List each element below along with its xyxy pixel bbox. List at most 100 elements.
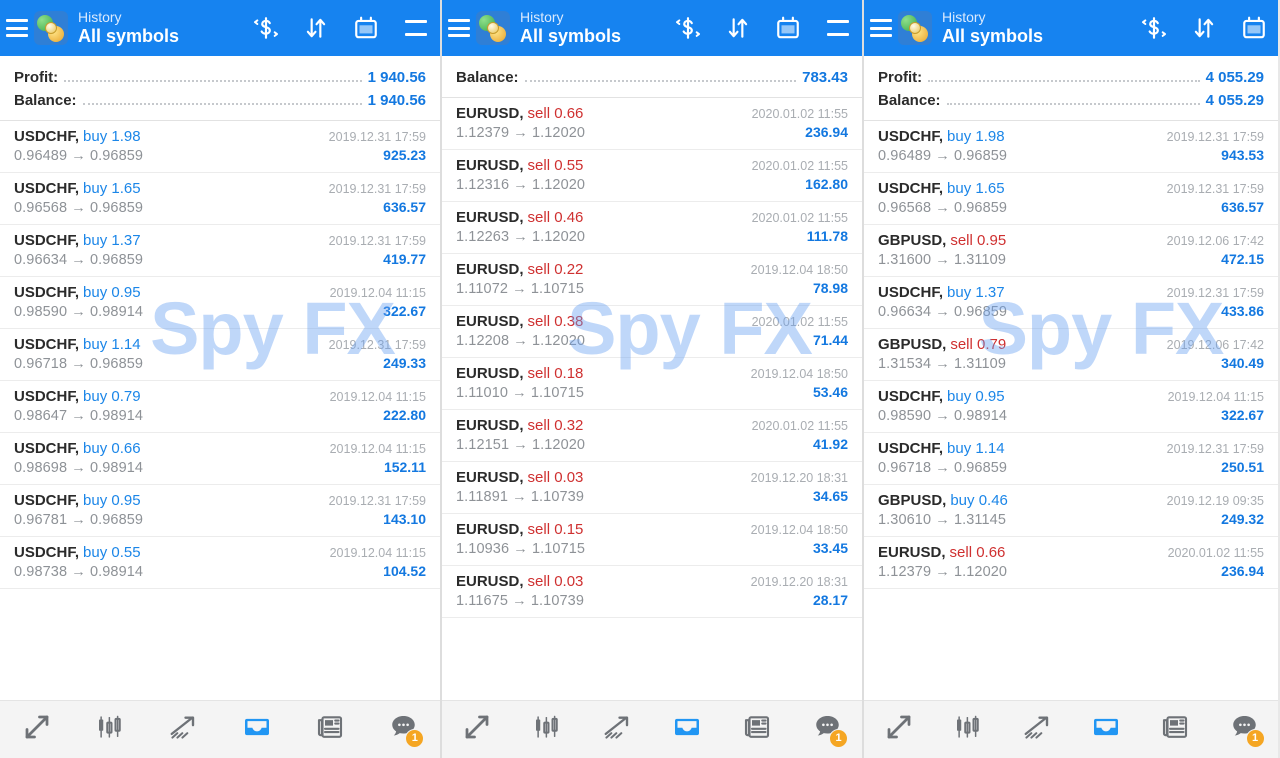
nav-item-trade[interactable] xyxy=(1015,709,1059,751)
side-volume-label: sell 0.46 xyxy=(527,209,584,226)
price-range-label: 1.11072 → 1.10715 xyxy=(456,281,585,297)
sort-arrows-icon[interactable] xyxy=(724,14,752,42)
table-row[interactable]: EURUSD, sell 0.22 2019.12.04 18:50 1.110… xyxy=(442,254,862,306)
table-row[interactable]: USDCHF, buy 1.14 2019.12.31 17:59 0.9671… xyxy=(0,329,440,381)
table-row[interactable]: USDCHF, buy 0.95 2019.12.04 11:15 0.9859… xyxy=(864,381,1278,433)
table-row[interactable]: EURUSD, sell 0.18 2019.12.04 18:50 1.110… xyxy=(442,358,862,410)
timestamp-label: 2019.12.31 17:59 xyxy=(328,494,426,508)
symbol-label: GBPUSD, xyxy=(878,336,947,353)
table-row[interactable]: USDCHF, buy 0.95 2019.12.31 17:59 0.9678… xyxy=(0,485,440,537)
currency-exchange-icon[interactable] xyxy=(674,14,702,42)
summary-label: Balance: xyxy=(456,69,519,86)
timestamp-label: 2020.01.02 11:55 xyxy=(751,159,848,173)
nav-item-history[interactable] xyxy=(665,709,709,751)
table-row[interactable]: EURUSD, sell 0.15 2019.12.04 18:50 1.109… xyxy=(442,514,862,566)
symbol-label: USDCHF, xyxy=(14,128,80,145)
trade-history-list[interactable]: USDCHF, buy 1.98 2019.12.31 17:59 0.9648… xyxy=(0,121,440,700)
trend-arrow-icon xyxy=(168,712,198,747)
profit-value: 143.10 xyxy=(383,511,426,527)
profit-value: 222.80 xyxy=(383,407,426,423)
calendar-icon[interactable] xyxy=(774,14,802,42)
table-row[interactable]: USDCHF, buy 1.37 2019.12.31 17:59 0.9663… xyxy=(0,225,440,277)
table-row[interactable]: USDCHF, buy 0.79 2019.12.04 11:15 0.9864… xyxy=(0,381,440,433)
profit-value: 636.57 xyxy=(1221,199,1264,215)
row-bottom: 1.31534 → 1.31109 340.49 xyxy=(878,355,1264,372)
hamburger-icon[interactable] xyxy=(870,19,892,37)
symbol-label: USDCHF, xyxy=(14,284,80,301)
table-row[interactable]: EURUSD, sell 0.66 2020.01.02 11:55 1.123… xyxy=(442,98,862,150)
nav-item-messages[interactable]: 1 xyxy=(1222,709,1266,751)
nav-item-news[interactable] xyxy=(1153,709,1197,751)
table-row[interactable]: EURUSD, sell 0.03 2019.12.20 18:31 1.116… xyxy=(442,566,862,618)
row-top: EURUSD, sell 0.18 2019.12.04 18:50 xyxy=(456,365,848,382)
table-row[interactable]: USDCHF, buy 1.65 2019.12.31 17:59 0.9656… xyxy=(864,173,1278,225)
table-row[interactable]: GBPUSD, sell 0.79 2019.12.06 17:42 1.315… xyxy=(864,329,1278,381)
symbol-label: EURUSD, xyxy=(456,209,524,226)
nav-item-messages[interactable]: 1 xyxy=(381,709,425,751)
table-row[interactable]: USDCHF, buy 1.98 2019.12.31 17:59 0.9648… xyxy=(864,121,1278,173)
calendar-icon[interactable] xyxy=(352,14,380,42)
table-row[interactable]: USDCHF, buy 1.14 2019.12.31 17:59 0.9671… xyxy=(864,433,1278,485)
nav-item-charts[interactable] xyxy=(88,709,132,751)
nav-item-history[interactable] xyxy=(1084,709,1128,751)
nav-item-news[interactable] xyxy=(735,709,779,751)
side-volume-label: buy 1.65 xyxy=(83,180,141,197)
table-row[interactable]: USDCHF, buy 0.95 2019.12.04 11:15 0.9859… xyxy=(0,277,440,329)
table-row[interactable]: USDCHF, buy 1.65 2019.12.31 17:59 0.9656… xyxy=(0,173,440,225)
table-row[interactable]: EURUSD, sell 0.55 2020.01.02 11:55 1.123… xyxy=(442,150,862,202)
row-bottom: 0.98647 → 0.98914 222.80 xyxy=(14,407,426,424)
row-bottom: 1.12379 → 1.12020 236.94 xyxy=(456,124,848,141)
table-row[interactable]: EURUSD, sell 0.46 2020.01.02 11:55 1.122… xyxy=(442,202,862,254)
header-actions xyxy=(674,14,856,42)
table-row[interactable]: GBPUSD, sell 0.95 2019.12.06 17:42 1.316… xyxy=(864,225,1278,277)
table-row[interactable]: EURUSD, sell 0.38 2020.01.02 11:55 1.122… xyxy=(442,306,862,358)
bottom-navigation: 1 xyxy=(0,700,440,758)
trade-history-list[interactable]: EURUSD, sell 0.66 2020.01.02 11:55 1.123… xyxy=(442,98,862,700)
hamburger-icon[interactable] xyxy=(448,19,470,37)
candlestick-icon xyxy=(532,712,562,747)
table-row[interactable]: USDCHF, buy 1.37 2019.12.31 17:59 0.9663… xyxy=(864,277,1278,329)
trade-history-list[interactable]: USDCHF, buy 1.98 2019.12.31 17:59 0.9648… xyxy=(864,121,1278,700)
summary-row: Balance: 4 055.29 xyxy=(878,89,1264,112)
summary-value: 1 940.56 xyxy=(367,92,426,109)
nav-item-trade[interactable] xyxy=(161,709,205,751)
nav-item-news[interactable] xyxy=(308,709,352,751)
table-row[interactable]: EURUSD, sell 0.66 2020.01.02 11:55 1.123… xyxy=(864,537,1278,589)
nav-item-charts[interactable] xyxy=(946,709,990,751)
nav-item-history[interactable] xyxy=(235,709,279,751)
nav-item-charts[interactable] xyxy=(525,709,569,751)
list-menu-icon[interactable] xyxy=(824,14,852,42)
nav-item-messages[interactable]: 1 xyxy=(805,709,849,751)
table-row[interactable]: EURUSD, sell 0.03 2019.12.20 18:31 1.118… xyxy=(442,462,862,514)
symbol-label: EURUSD, xyxy=(456,105,524,122)
newspaper-icon xyxy=(1160,712,1190,747)
profit-value: 34.65 xyxy=(812,488,848,504)
timestamp-label: 2019.12.31 17:59 xyxy=(328,130,426,144)
table-row[interactable]: GBPUSD, buy 0.46 2019.12.19 09:35 1.3061… xyxy=(864,485,1278,537)
side-volume-label: buy 0.95 xyxy=(83,492,141,509)
header-actions xyxy=(252,14,434,42)
row-bottom: 1.12379 → 1.12020 236.94 xyxy=(878,563,1264,580)
nav-item-quotes[interactable] xyxy=(455,709,499,751)
hamburger-icon[interactable] xyxy=(6,19,28,37)
table-row[interactable]: USDCHF, buy 0.55 2019.12.04 11:15 0.9873… xyxy=(0,537,440,589)
table-row[interactable]: USDCHF, buy 0.66 2019.12.04 11:15 0.9869… xyxy=(0,433,440,485)
profit-value: 925.23 xyxy=(383,147,426,163)
price-range-label: 1.12263 → 1.12020 xyxy=(456,229,586,245)
calendar-icon[interactable] xyxy=(1240,14,1268,42)
nav-item-quotes[interactable] xyxy=(15,709,59,751)
candlestick-icon xyxy=(95,712,125,747)
currency-exchange-icon[interactable] xyxy=(252,14,280,42)
list-menu-icon[interactable] xyxy=(402,14,430,42)
symbol-label: USDCHF, xyxy=(878,128,944,145)
sort-arrows-icon[interactable] xyxy=(1190,14,1218,42)
nav-item-trade[interactable] xyxy=(595,709,639,751)
table-row[interactable]: USDCHF, buy 1.98 2019.12.31 17:59 0.9648… xyxy=(0,121,440,173)
nav-item-quotes[interactable] xyxy=(877,709,921,751)
currency-exchange-icon[interactable] xyxy=(1140,14,1168,42)
side-volume-label: sell 0.79 xyxy=(950,336,1007,353)
table-row[interactable]: EURUSD, sell 0.32 2020.01.02 11:55 1.121… xyxy=(442,410,862,462)
sort-arrows-icon[interactable] xyxy=(302,14,330,42)
header-title: All symbols xyxy=(520,25,622,46)
dotted-leader xyxy=(946,103,1200,105)
